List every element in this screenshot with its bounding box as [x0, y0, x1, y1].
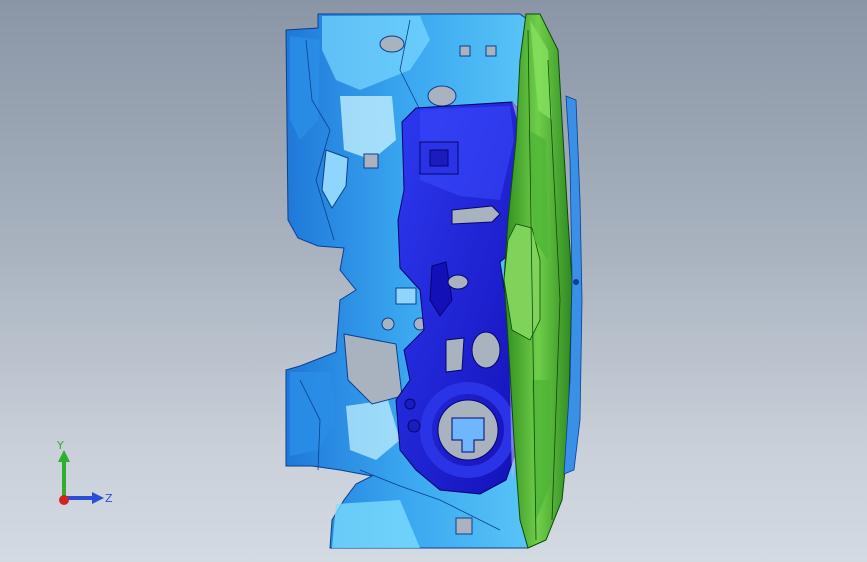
reference-triad: Y Z [56, 439, 113, 505]
z-axis-label: Z [105, 492, 113, 505]
z-axis-arrow [92, 492, 104, 504]
cad-model-view[interactable] [0, 0, 867, 562]
y-axis-label: Y [56, 439, 64, 452]
x-axis-dot [59, 495, 69, 505]
graphics-viewport[interactable]: Y Z [0, 0, 867, 562]
